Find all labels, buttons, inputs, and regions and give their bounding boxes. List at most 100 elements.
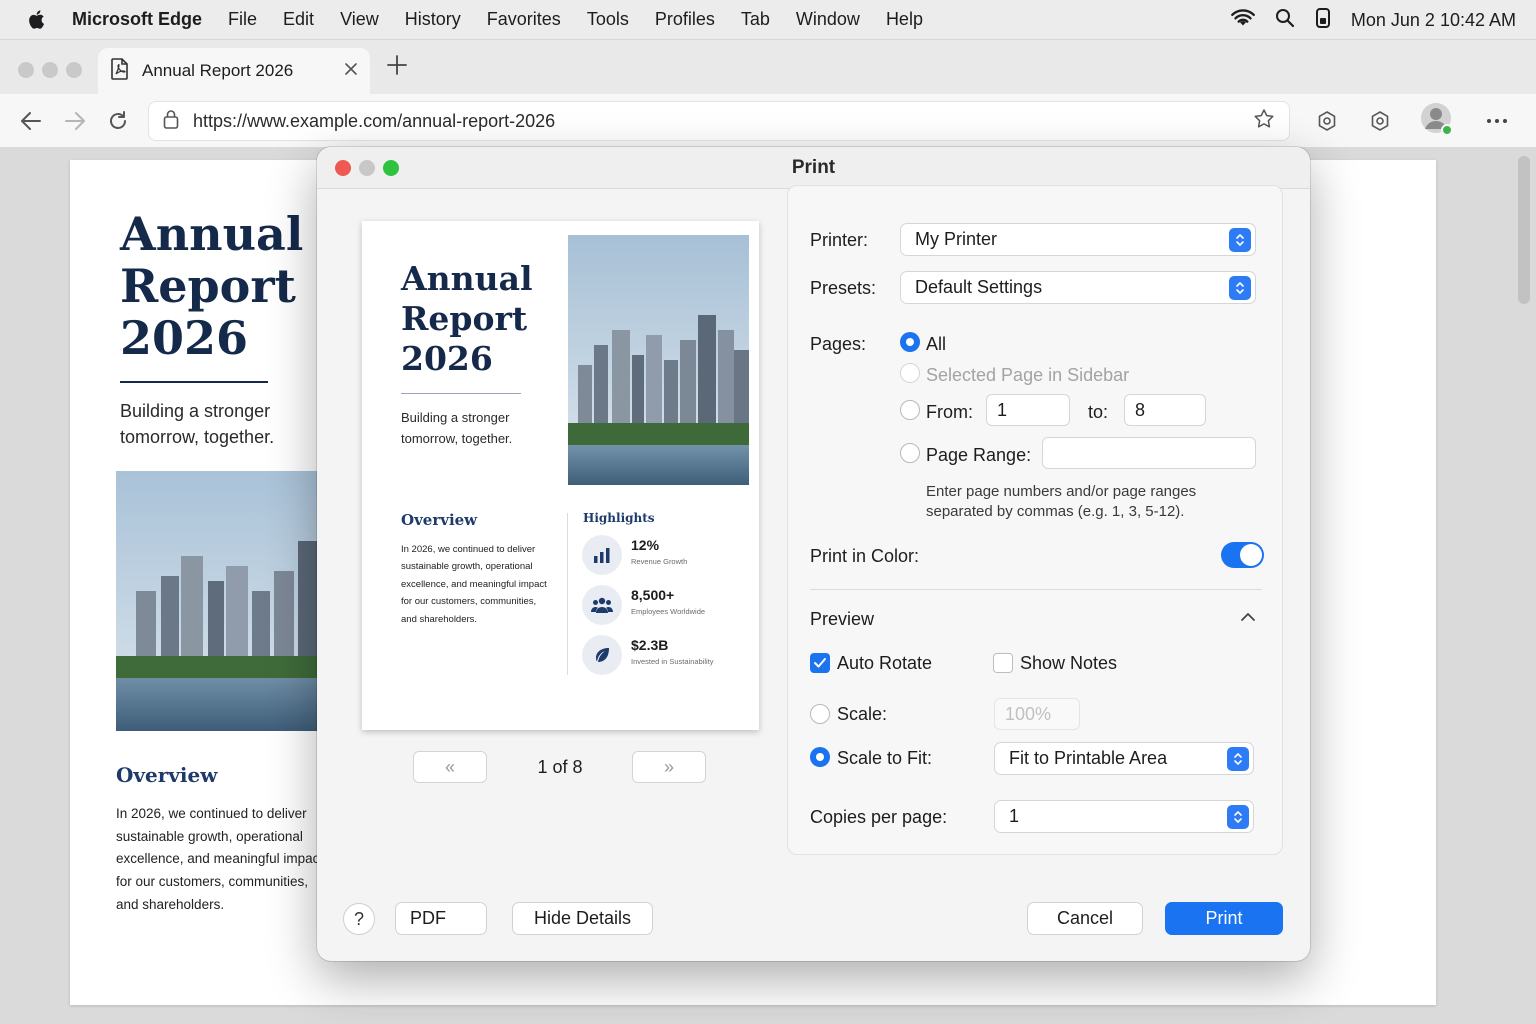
new-tab-button[interactable]	[386, 54, 410, 78]
pages-label: Pages:	[810, 334, 867, 354]
print-color-label: Print in Color:	[810, 546, 920, 566]
document-icon	[110, 57, 130, 85]
extensions-icon[interactable]	[1314, 108, 1340, 134]
menubar-clock[interactable]: Mon Jun 2 10:42 AM	[1351, 10, 1516, 31]
lock-icon[interactable]	[163, 109, 179, 134]
scrollbar-thumb[interactable]	[1518, 156, 1530, 304]
auto-rotate-label[interactable]: Auto Rotate	[837, 653, 932, 674]
presets-select[interactable]: Default Settings	[900, 271, 1256, 304]
pdf-menu-button[interactable]: PDF	[395, 902, 560, 935]
copies-per-page-select[interactable]: 1	[994, 800, 1254, 833]
apple-icon[interactable]	[0, 9, 72, 30]
previous-page-button[interactable]: «	[413, 751, 487, 783]
scale-to-fit-select[interactable]: Fit to Printable Area	[994, 742, 1254, 775]
copies-per-page-label: Copies per page:	[810, 807, 948, 827]
auto-rotate-checkbox[interactable]	[810, 653, 830, 673]
pages-all-label[interactable]: All	[926, 334, 946, 355]
tab-annual-report[interactable]: Annual Report 2026	[98, 48, 370, 94]
preview-section-label: Preview	[810, 609, 875, 629]
bar-chart-icon	[582, 535, 622, 575]
page-range-input[interactable]	[1042, 437, 1256, 469]
menu-app-name[interactable]: Microsoft Edge	[72, 9, 202, 30]
status-area: Mon Jun 2 10:42 AM	[1230, 0, 1516, 40]
page-subtitle: Building a stronger tomorrow, together.	[120, 401, 275, 447]
more-options-icon[interactable]	[1484, 108, 1510, 134]
settings-gear-icon[interactable]	[1367, 108, 1393, 134]
hide-details-button[interactable]: Hide Details	[512, 902, 653, 935]
pages-selected-radio[interactable]	[900, 363, 920, 383]
show-notes-checkbox[interactable]	[993, 653, 1013, 673]
menu-tools[interactable]: Tools	[587, 9, 629, 30]
preview-subtitle: Building a stronger tomorrow, together.	[401, 410, 513, 446]
page-range-label: Page Range:	[926, 445, 1032, 465]
menu-history[interactable]: History	[405, 9, 461, 30]
scale-to-fit-radio[interactable]	[810, 747, 830, 767]
page-range-radio[interactable]	[900, 443, 920, 463]
menu-bar: Microsoft Edge File Edit View History Fa…	[0, 0, 1536, 40]
overview-heading: Overview	[116, 763, 218, 787]
stat-value: $2.3B	[631, 637, 669, 653]
preview-stat-employees: 8,500+ Employees Worldwide	[582, 585, 742, 627]
menu-help[interactable]: Help	[886, 9, 923, 30]
preview-title: Annual Report 2026	[401, 259, 533, 378]
spotlight-search-icon[interactable]	[1275, 8, 1295, 33]
window-minimize-button[interactable]	[42, 62, 58, 78]
wifi-icon[interactable]	[1230, 8, 1255, 32]
from-page-input[interactable]: 1	[986, 394, 1070, 426]
stat-label: Employees Worldwide	[631, 607, 706, 616]
help-button[interactable]: ?	[343, 903, 375, 935]
menu-window[interactable]: Window	[796, 9, 860, 30]
cancel-button[interactable]: Cancel	[1027, 902, 1143, 935]
reload-button[interactable]	[105, 108, 131, 134]
pdf-label: PDF	[410, 908, 446, 928]
forward-button[interactable]	[62, 108, 88, 134]
control-center-icon[interactable]	[1315, 7, 1331, 33]
copies-per-page-value: 1	[1009, 806, 1020, 826]
printer-label: Printer:	[810, 230, 869, 250]
select-arrows-icon	[1227, 805, 1249, 829]
stat-label: Invested in Sustainability	[631, 657, 714, 666]
menu-favorites[interactable]: Favorites	[487, 9, 561, 30]
print-color-toggle[interactable]	[1221, 542, 1264, 568]
stat-label: Revenue Growth	[631, 557, 688, 566]
select-arrows-icon	[1229, 276, 1251, 300]
preview-title-divider	[401, 393, 521, 394]
collapse-chevron-icon[interactable]	[1240, 610, 1256, 628]
scale-input[interactable]: 100%	[994, 698, 1080, 730]
dialog-titlebar: Print	[317, 147, 1310, 189]
scale-radio[interactable]	[810, 704, 830, 724]
menu-edit[interactable]: Edit	[283, 9, 314, 30]
pages-selected-label[interactable]: Selected Page in Sidebar	[926, 365, 1129, 386]
stat-value: 8,500+	[631, 587, 675, 603]
select-arrows-icon	[1229, 228, 1251, 252]
address-bar[interactable]: https://www.example.com/annual-report-20…	[148, 101, 1290, 141]
printer-select[interactable]: My Printer	[900, 223, 1256, 256]
print-button[interactable]: Print	[1165, 902, 1283, 935]
pages-from-radio[interactable]	[900, 400, 920, 420]
dialog-title: Print	[791, 157, 836, 178]
preview-stat-sustainability: $2.3B Invested in Sustainability	[582, 635, 742, 677]
favorite-star-icon[interactable]	[1253, 108, 1275, 135]
back-button[interactable]	[18, 108, 44, 134]
menu-tab[interactable]: Tab	[741, 9, 770, 30]
menu-view[interactable]: View	[340, 9, 379, 30]
printer-value: My Printer	[915, 229, 998, 249]
menu-file[interactable]: File	[228, 9, 257, 30]
profile-avatar[interactable]	[1420, 102, 1454, 136]
preview-highlights-heading: Highlights	[583, 511, 655, 525]
scale-to-fit-value: Fit to Printable Area	[1009, 748, 1168, 768]
window-close-button[interactable]	[18, 62, 34, 78]
preview-stat-revenue: 12% Revenue Growth	[582, 535, 742, 577]
menu-profiles[interactable]: Profiles	[655, 9, 715, 30]
browser-toolbar: https://www.example.com/annual-report-20…	[0, 94, 1536, 148]
next-page-button[interactable]: »	[632, 751, 706, 783]
pages-all-radio[interactable]	[900, 332, 920, 352]
page-title: Annual Report 2026	[120, 207, 304, 365]
close-tab-icon[interactable]	[344, 61, 358, 81]
people-icon	[582, 585, 622, 625]
overview-text: In 2026, we continued to deliver sustain…	[116, 806, 324, 912]
show-notes-label[interactable]: Show Notes	[1020, 653, 1117, 674]
window-zoom-button[interactable]	[66, 62, 82, 78]
print-preview-page: Annual Report 2026 Building a stronger t…	[362, 221, 759, 730]
to-page-input[interactable]: 8	[1124, 394, 1206, 426]
